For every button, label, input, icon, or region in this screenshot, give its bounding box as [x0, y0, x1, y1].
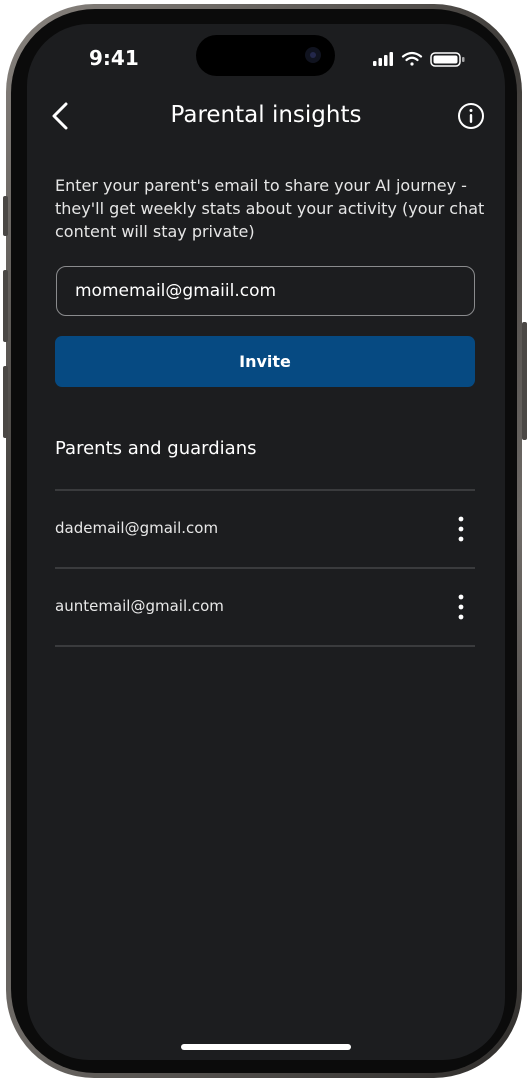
info-button[interactable]	[457, 102, 485, 130]
description-text: Enter your parent's email to share your …	[55, 176, 485, 241]
more-vertical-icon	[458, 594, 464, 620]
divider	[55, 645, 475, 647]
guardian-list-item: dademail@gmail.com	[55, 491, 475, 567]
parent-email-input[interactable]	[56, 266, 475, 316]
cellular-signal-icon	[373, 52, 393, 66]
app-screen: 9:41 Parental insights Enter your parent…	[27, 24, 505, 1060]
status-time: 9:41	[89, 46, 139, 70]
page-title: Parental insights	[170, 102, 362, 128]
more-vertical-icon	[458, 516, 464, 542]
action-button	[3, 196, 8, 236]
dynamic-island	[196, 35, 335, 76]
home-indicator[interactable]	[181, 1044, 351, 1050]
status-icons	[373, 51, 465, 67]
guardian-menu-button[interactable]	[451, 513, 471, 545]
info-circle-icon	[458, 103, 484, 129]
front-camera-icon	[305, 47, 321, 63]
wifi-icon	[401, 51, 423, 66]
battery-icon	[430, 52, 465, 67]
guardian-email: auntemail@gmail.com	[55, 597, 224, 615]
power-button	[522, 322, 527, 440]
volume-up-button	[3, 270, 8, 342]
guardian-list-item: auntemail@gmail.com	[55, 569, 475, 645]
guardian-email: dademail@gmail.com	[55, 519, 219, 537]
volume-down-button	[3, 366, 8, 438]
invite-button[interactable]: Invite	[55, 336, 475, 387]
guardians-section-title: Parents and guardians	[55, 438, 257, 459]
guardian-menu-button[interactable]	[451, 591, 471, 623]
